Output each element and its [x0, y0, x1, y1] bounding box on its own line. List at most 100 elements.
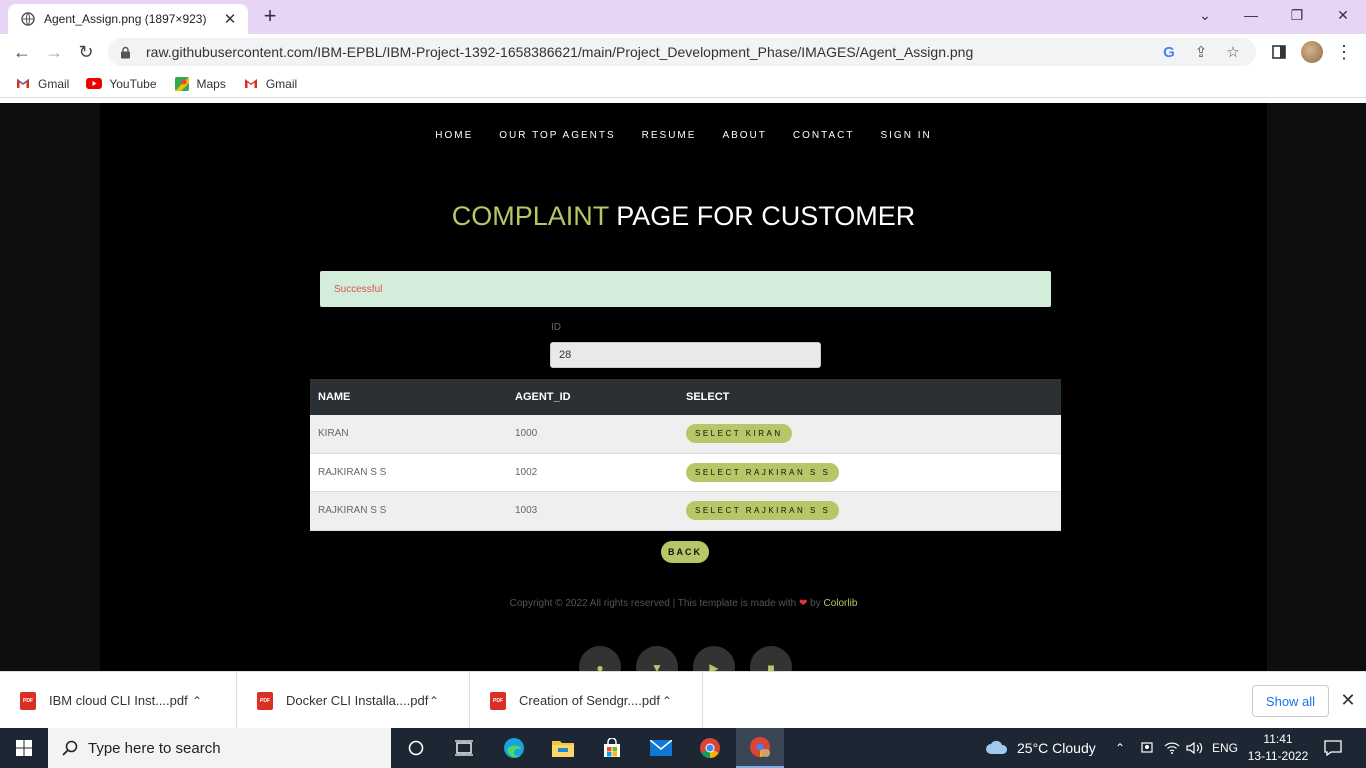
agent-table: NAME AGENT_ID SELECT KIRAN 1000 SELECT K…	[310, 379, 1061, 531]
download-item[interactable]: PDF Docker CLI Installa....pdf ⌃	[237, 672, 470, 729]
download-filename: Creation of Sendgr....pdf	[519, 693, 660, 708]
bookmark-youtube[interactable]: YouTube	[85, 77, 157, 91]
bookmark-maps[interactable]: Maps	[173, 76, 226, 91]
chevron-up-icon[interactable]: ⌃	[429, 694, 445, 708]
table-row: KIRAN 1000 SELECT KIRAN	[310, 415, 1061, 454]
pdf-file-icon: PDF	[257, 691, 273, 710]
select-agent-button[interactable]: SELECT RAJKIRAN S S	[686, 501, 840, 521]
search-placeholder: Type here to search	[88, 739, 221, 757]
forward-arrow-icon[interactable]: →	[42, 40, 66, 64]
maps-icon	[173, 76, 191, 91]
close-downloads-icon[interactable]: ✕	[1338, 690, 1358, 710]
reload-icon[interactable]: ↻	[74, 40, 98, 64]
minimize-button[interactable]: —	[1239, 4, 1263, 26]
gmail-icon	[242, 77, 260, 91]
bookmark-gmail[interactable]: Gmail	[14, 77, 69, 91]
app-screenshot: HOME OUR TOP AGENTS RESUME ABOUT CONTACT…	[100, 103, 1267, 671]
back-button[interactable]: BACK	[661, 541, 709, 563]
nav-sign-in[interactable]: SIGN IN	[880, 130, 931, 141]
copyright-text: Copyright © 2022 All rights reserved | T…	[509, 598, 799, 609]
youtube-icon	[85, 77, 103, 91]
bookmark-star-icon[interactable]: ☆	[1222, 41, 1244, 63]
cell-name: RAJKIRAN S S	[318, 466, 387, 478]
cortana-icon[interactable]	[392, 728, 440, 768]
close-window-button[interactable]: ✕	[1331, 4, 1355, 26]
cell-agent-id: 1003	[515, 505, 538, 517]
task-view-icon[interactable]	[440, 728, 488, 768]
colorlib-link[interactable]: Colorlib	[823, 598, 857, 609]
profile-avatar[interactable]	[1300, 40, 1324, 64]
download-item[interactable]: PDF Creation of Sendgr....pdf ⌃	[470, 672, 703, 729]
chrome-icon[interactable]	[686, 728, 734, 768]
tray-chevron-icon[interactable]: ⌃	[1115, 728, 1125, 768]
title-accent: COMPLAINT	[451, 201, 609, 231]
bookmark-label: Maps	[196, 76, 226, 91]
gmail-icon	[14, 77, 32, 91]
select-agent-button[interactable]: SELECT RAJKIRAN S S	[686, 462, 840, 482]
new-tab-button[interactable]: +	[258, 5, 282, 29]
download-item[interactable]: PDF IBM cloud CLI Inst....pdf ⌃	[0, 672, 237, 729]
nav-contact[interactable]: CONTACT	[793, 130, 855, 141]
youtube-social-icon[interactable]: ▶	[693, 646, 735, 671]
file-explorer-icon[interactable]	[539, 728, 587, 768]
success-alert: Successful	[320, 271, 1051, 307]
language-indicator[interactable]: ENG	[1212, 728, 1238, 768]
title-rest: PAGE FOR CUSTOMER	[608, 201, 916, 231]
table-header: NAME AGENT_ID SELECT	[310, 379, 1061, 415]
chevron-up-icon[interactable]: ⌃	[662, 694, 678, 708]
search-icon	[62, 740, 80, 756]
menu-kebab-icon[interactable]: ⋮	[1332, 40, 1356, 64]
wifi-icon[interactable]	[1164, 728, 1180, 768]
nav-about[interactable]: ABOUT	[722, 130, 766, 141]
nav-top-agents[interactable]: OUR TOP AGENTS	[499, 130, 615, 141]
browser-tab-strip: Agent_Assign.png (1897×923) ✕ + ⌄ — ❐ ✕	[0, 0, 1366, 34]
back-arrow-icon[interactable]: ←	[10, 40, 34, 64]
notifications-icon[interactable]	[1324, 728, 1342, 768]
chrome-profile-icon[interactable]	[736, 728, 784, 768]
twitter-icon[interactable]: ▼	[636, 646, 678, 671]
restore-button[interactable]: ❐	[1285, 4, 1309, 26]
cloud-icon	[985, 739, 1009, 758]
downloads-bar: PDF IBM cloud CLI Inst....pdf ⌃ PDF Dock…	[0, 671, 1366, 729]
table-row: RAJKIRAN S S 1003 SELECT RAJKIRAN S S	[310, 492, 1061, 531]
bookmark-label: Gmail	[38, 76, 70, 91]
globe-icon	[20, 11, 36, 27]
microsoft-store-icon[interactable]	[588, 728, 636, 768]
header-name: NAME	[318, 391, 351, 403]
volume-icon[interactable]	[1186, 728, 1204, 768]
taskbar-search-input[interactable]: Type here to search	[48, 728, 391, 768]
close-tab-icon[interactable]: ✕	[222, 10, 238, 28]
side-panel-icon[interactable]	[1267, 40, 1291, 64]
select-agent-button[interactable]: SELECT KIRAN	[686, 424, 792, 444]
copyright-by: by	[807, 598, 824, 609]
nav-resume[interactable]: RESUME	[642, 130, 697, 141]
header-select: SELECT	[686, 391, 730, 403]
tab-title: Agent_Assign.png (1897×923)	[44, 12, 207, 26]
windows-taskbar: Type here to search 25°C Cloudy ⌃ ENG 11…	[0, 728, 1366, 768]
weather-widget[interactable]: 25°C Cloudy	[985, 728, 1096, 768]
url-text: raw.githubusercontent.com/IBM-EPBL/IBM-P…	[146, 44, 974, 60]
share-icon[interactable]: ⇪	[1190, 41, 1212, 63]
download-filename: Docker CLI Installa....pdf	[286, 693, 429, 708]
bookmarks-bar: Gmail YouTube Maps Gmail	[0, 70, 1366, 98]
windows-start-icon[interactable]	[0, 728, 48, 768]
address-bar[interactable]: raw.githubusercontent.com/IBM-EPBL/IBM-P…	[108, 38, 1256, 66]
meet-now-icon[interactable]	[1140, 728, 1154, 768]
system-clock[interactable]: 11:41 13-11-2022	[1246, 731, 1310, 765]
chevron-up-icon[interactable]: ⌃	[192, 694, 208, 708]
mail-icon[interactable]	[637, 728, 685, 768]
edge-browser-icon[interactable]	[490, 728, 538, 768]
page-title: COMPLAINT PAGE FOR CUSTOMER	[100, 201, 1267, 232]
show-all-button[interactable]: Show all	[1252, 685, 1329, 717]
github-icon[interactable]: ●	[579, 646, 621, 671]
nav-home[interactable]: HOME	[435, 130, 473, 141]
linkedin-icon[interactable]: ■	[750, 646, 792, 671]
image-viewport: HOME OUR TOP AGENTS RESUME ABOUT CONTACT…	[0, 103, 1366, 671]
browser-tab[interactable]: Agent_Assign.png (1897×923) ✕	[8, 4, 248, 34]
tab-search-icon[interactable]: ⌄	[1193, 4, 1217, 26]
cell-agent-id: 1000	[515, 428, 538, 440]
id-label: ID	[551, 322, 561, 333]
bookmark-gmail-2[interactable]: Gmail	[242, 77, 297, 91]
id-field[interactable]: 28	[550, 342, 821, 368]
google-translate-icon[interactable]: G	[1158, 41, 1180, 63]
